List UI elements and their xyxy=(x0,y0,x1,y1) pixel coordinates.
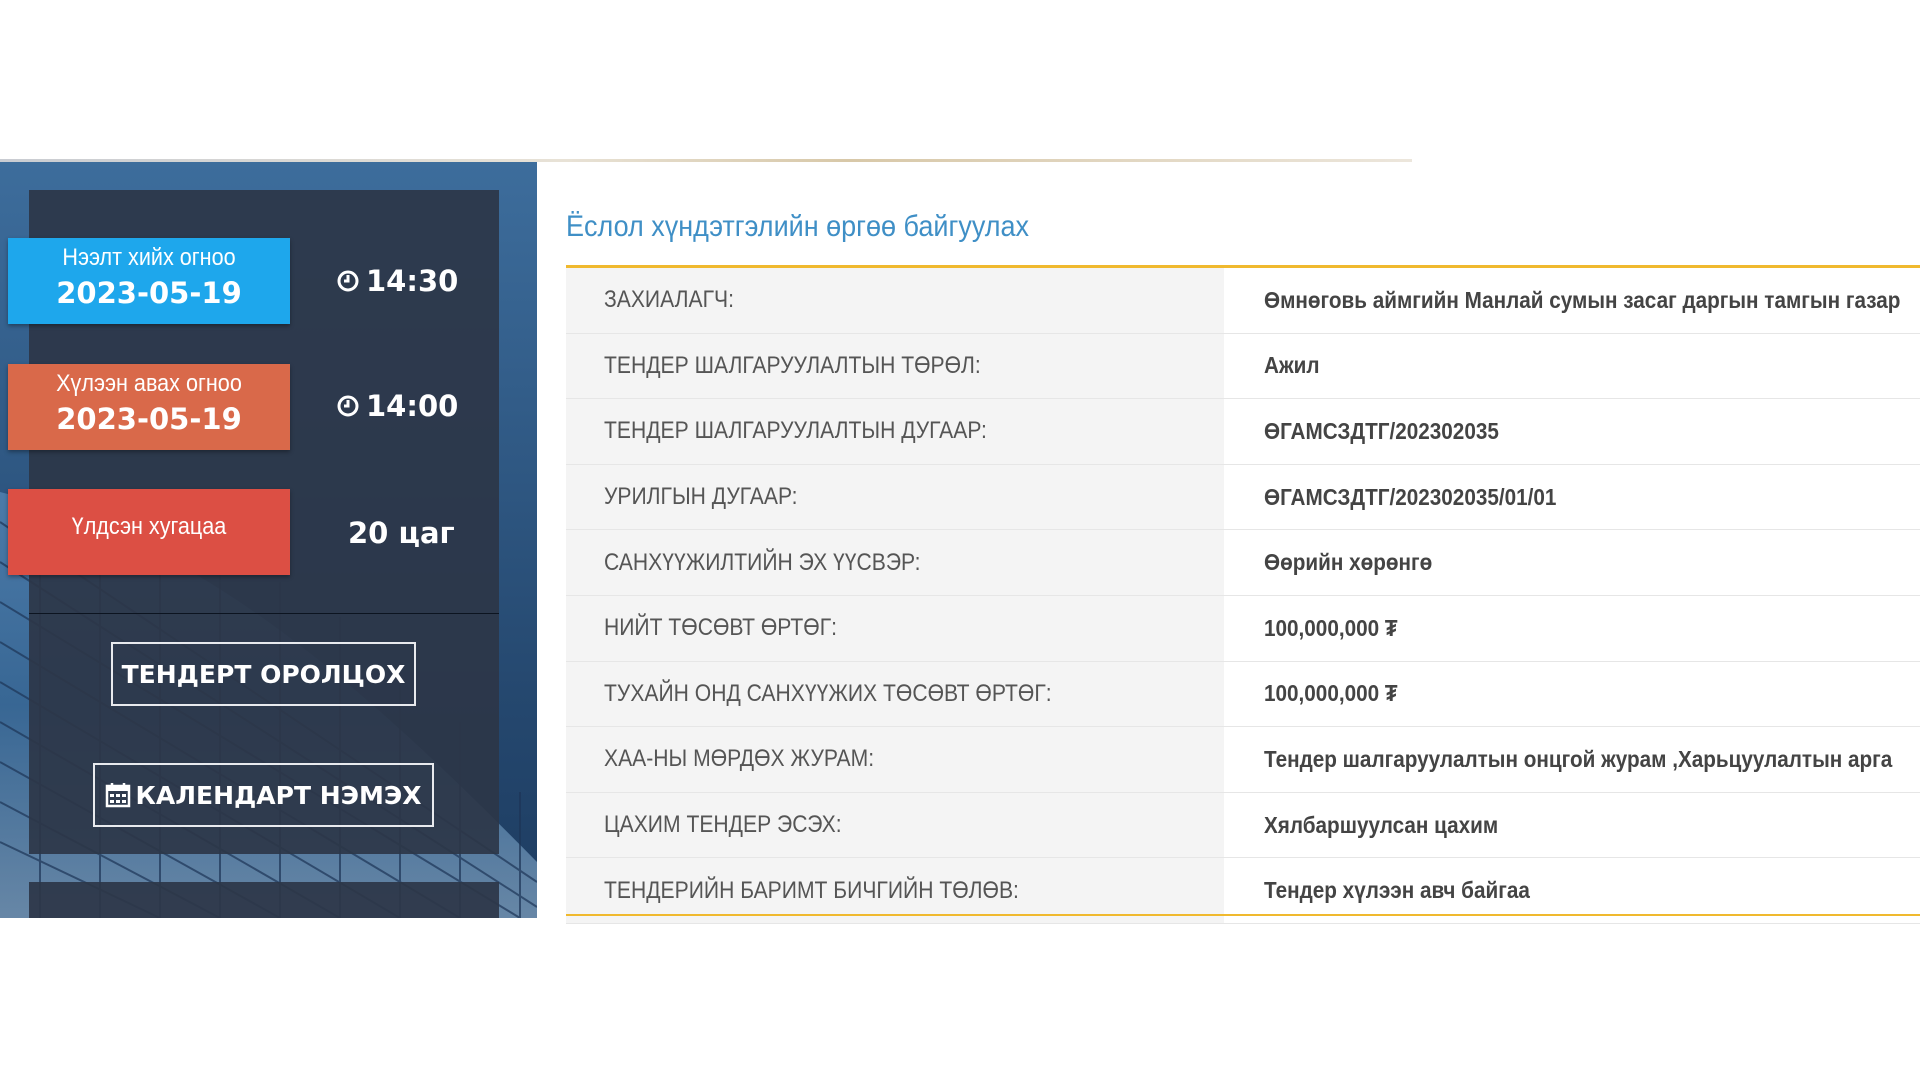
receiving-date-badge: Хүлээн авах огноо 2023-05-19 xyxy=(8,364,290,450)
detail-value-text: Өмнөговь аймгийн Манлай сумын засаг дарг… xyxy=(1264,286,1901,313)
detail-key: ЦАХИМ ТЕНДЕР ЭСЭХ: xyxy=(566,792,1224,858)
table-row: ХАА-НЫ МӨРДӨХ ЖУРАМ: Тендер шалгаруулалты… xyxy=(566,727,1920,793)
table-row: ТЕНДЕР ШАЛГАРУУЛАЛТЫН ТӨРӨЛ: Ажил xyxy=(566,333,1920,400)
detail-value-text: 100,000,000 ₮ xyxy=(1264,680,1398,707)
detail-key: ТЕНДЕР ШАЛГАРУУЛАЛТЫН ДУГААР: xyxy=(566,399,1224,464)
detail-key: НИЙТ ТӨСӨВТ ӨРТӨГ: xyxy=(566,595,1224,661)
detail-key-text: САНХҮҮЖИЛТИЙН ЭХ ҮҮСВЭР: xyxy=(604,548,921,576)
detail-key-text: ТУХАЙН ОНД САНХҮҮЖИХ ТӨСӨВТ ӨРТӨГ: xyxy=(604,679,1052,707)
table-row: ЦАХИМ ТЕНДЕР ЭСЭХ: Хялбаршуулсан цахим xyxy=(566,792,1920,859)
clock-icon xyxy=(337,270,359,292)
detail-key-text: НИЙТ ТӨСӨВТ ӨРТӨГ: xyxy=(604,614,838,642)
opening-date-label: Нээлт хийх огноо xyxy=(62,244,236,271)
remaining-time-label: Үлдсэн хугацаа xyxy=(71,513,227,540)
receiving-date-value: 2023-05-19 xyxy=(56,402,242,436)
detail-value: Өмнөговь аймгийн Манлай сумын засаг дарг… xyxy=(1224,268,1920,333)
detail-value-text: 100,000,000 ₮ xyxy=(1264,614,1398,641)
receiving-time: 14:00 xyxy=(336,389,476,423)
table-row: ТУХАЙН ОНД САНХҮҮЖИХ ТӨСӨВТ ӨРТӨГ: 100,00… xyxy=(566,661,1920,728)
table-row: НИЙТ ТӨСӨВТ ӨРТӨГ: 100,000,000 ₮ xyxy=(566,595,1920,662)
opening-time-value: 14:30 xyxy=(366,264,459,298)
opening-date-value: 2023-05-19 xyxy=(56,276,242,310)
detail-value-text: Тендер шалгаруулалтын онцгой журам ,Харь… xyxy=(1264,745,1893,772)
detail-value: Ажил xyxy=(1224,334,1920,399)
detail-value-text: Өөрийн хөрөнгө xyxy=(1264,549,1433,576)
detail-key-text: ХАА-НЫ МӨРДӨХ ЖУРАМ: xyxy=(604,745,875,773)
participate-tender-button[interactable]: ТЕНДЕРТ ОРОЛЦОХ xyxy=(111,642,416,706)
add-to-calendar-label: КАЛЕНДАРТ НЭМЭХ xyxy=(135,780,422,810)
add-to-calendar-button[interactable]: КАЛЕНДАРТ НЭМЭХ xyxy=(93,763,434,827)
detail-key: УРИЛГЫН ДУГААР: xyxy=(566,464,1224,530)
tender-info-box-lower xyxy=(29,882,499,918)
detail-value: Тендер шалгаруулалтын онцгой журам ,Харь… xyxy=(1224,727,1920,792)
table-row: САНХҮҮЖИЛТИЙН ЭХ ҮҮСВЭР: Өөрийн хөрөнгө xyxy=(566,530,1920,596)
receiving-date-label: Хүлээн авах огноо xyxy=(56,370,242,397)
detail-value: 100,000,000 ₮ xyxy=(1224,596,1920,661)
calendar-icon xyxy=(106,783,131,808)
detail-key-text: УРИЛГЫН ДУГААР: xyxy=(604,483,798,511)
remaining-time-badge: Үлдсэн хугацаа xyxy=(8,489,290,575)
detail-value: ӨГАМСЗДТГ/202302035 xyxy=(1224,399,1920,464)
detail-key-text: ТЕНДЕР ШАЛГАРУУЛАЛТЫН ДУГААР: xyxy=(604,417,987,445)
detail-key-text: ТЕНДЕР ШАЛГАРУУЛАЛТЫН ТӨРӨЛ: xyxy=(604,351,981,379)
participate-tender-label: ТЕНДЕРТ ОРОЛЦОХ xyxy=(121,659,406,689)
opening-time: 14:30 xyxy=(336,264,476,298)
table-row: ТЕНДЕР ШАЛГАРУУЛАЛТЫН ДУГААР: ӨГАМСЗДТГ/2… xyxy=(566,399,1920,465)
receiving-time-value: 14:00 xyxy=(366,389,459,423)
detail-key-text: ЦАХИМ ТЕНДЕР ЭСЭХ: xyxy=(604,811,842,839)
divider xyxy=(29,613,499,614)
clock-icon xyxy=(337,395,359,417)
detail-key: САНХҮҮЖИЛТИЙН ЭХ ҮҮСВЭР: xyxy=(566,530,1224,595)
detail-key-text: ТЕНДЕРИЙН БАРИМТ БИЧГИЙН ТӨЛӨВ: xyxy=(604,876,1019,904)
remaining-time-value: 20 цаг xyxy=(348,516,455,550)
detail-key: ХАА-НЫ МӨРДӨХ ЖУРАМ: xyxy=(566,727,1224,792)
detail-key: ЗАХИАЛАГЧ: xyxy=(566,268,1224,333)
detail-value: Хялбаршуулсан цахим xyxy=(1224,793,1920,858)
detail-value-text: ӨГАМСЗДТГ/202302035/01/01 xyxy=(1264,483,1557,510)
detail-key-text: ЗАХИАЛАГЧ: xyxy=(604,286,734,314)
detail-value: Өөрийн хөрөнгө xyxy=(1224,530,1920,595)
detail-key: ТЕНДЕР ШАЛГАРУУЛАЛТЫН ТӨРӨЛ: xyxy=(566,333,1224,399)
detail-key: ТУХАЙН ОНД САНХҮҮЖИХ ТӨСӨВТ ӨРТӨГ: xyxy=(566,661,1224,727)
detail-value: 100,000,000 ₮ xyxy=(1224,662,1920,727)
table-row: УРИЛГЫН ДУГААР: ӨГАМСЗДТГ/202302035/01/01 xyxy=(566,464,1920,531)
detail-value-text: Хялбаршуулсан цахим xyxy=(1264,811,1499,838)
tender-side-panel: Нээлт хийх огноо 2023-05-19 14:30 Хүлээн… xyxy=(0,162,537,918)
detail-value-text: Ажил xyxy=(1264,352,1320,379)
table-row: ЗАХИАЛАГЧ: Өмнөговь аймгийн Манлай сумын … xyxy=(566,268,1920,334)
opening-date-badge: Нээлт хийх огноо 2023-05-19 xyxy=(8,238,290,324)
tender-title: Ёслол хүндэтгэлийн өргөө байгуулах xyxy=(566,210,1030,243)
table-bottom-rule xyxy=(566,914,1920,916)
detail-value-text: ӨГАМСЗДТГ/202302035 xyxy=(1264,417,1499,444)
detail-value: ӨГАМСЗДТГ/202302035/01/01 xyxy=(1224,465,1920,530)
detail-value-text: Тендер хүлээн авч байгаа xyxy=(1264,877,1530,904)
tender-details-table: ЗАХИАЛАГЧ: Өмнөговь аймгийн Манлай сумын … xyxy=(566,268,1920,924)
